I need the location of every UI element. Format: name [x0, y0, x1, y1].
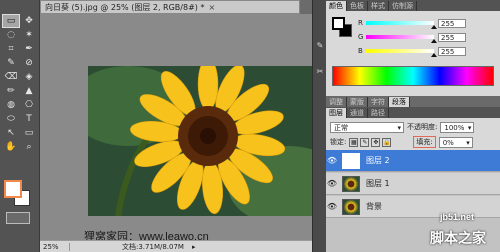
eye-icon[interactable]: 👁 [326, 202, 338, 211]
site-watermark-line1: jb51.net [440, 212, 475, 222]
green-slider[interactable] [366, 35, 437, 43]
blue-label: B [358, 47, 363, 55]
blue-slider-thumb[interactable] [431, 53, 437, 57]
color-panel: R 255 G 255 B 255 [326, 11, 500, 96]
layer-row[interactable]: 👁 图层 2 [326, 150, 500, 172]
tools-panel: ▭ ✥ ◌ ✶ ⌗ ✒ ✎ ⊘ ⌫ ◈ ✏ ▲ ◍ ⎔ ⬭ T ↖ ▭ ✋ ⌕ [0, 0, 40, 252]
blue-value-field[interactable]: 255 [438, 46, 466, 56]
adjustment-panel-tabs: 调整 蒙版 字符 段落 [326, 96, 500, 107]
hand-tool-icon[interactable]: ✋ [2, 140, 20, 154]
foreground-color-swatch[interactable] [4, 180, 22, 198]
pen-tool-icon[interactable]: ⬭ [2, 112, 20, 126]
mini-dock: ✎ ✂ [312, 0, 326, 252]
gradient-tool-icon[interactable]: ⎔ [20, 98, 38, 112]
layers-panel-tabs: 图层 通道 路径 [326, 107, 500, 118]
move-tool-icon[interactable]: ✥ [20, 14, 38, 28]
canvas-area[interactable]: 狸窝家园：www.leawo.cn [40, 14, 316, 243]
opacity-field[interactable]: 100% [440, 121, 475, 133]
lasso-tool-icon[interactable]: ◌ [2, 28, 20, 42]
layer-thumbnail [342, 175, 360, 192]
color-spectrum[interactable] [332, 66, 494, 86]
eyedropper-tool-icon[interactable]: ✒ [20, 42, 38, 56]
red-value-field[interactable]: 255 [438, 18, 466, 28]
lock-label: 锁定: [330, 138, 347, 146]
red-slider-thumb[interactable] [431, 25, 437, 29]
status-menu-arrow-icon[interactable]: ▸ [192, 243, 196, 251]
green-value-field[interactable]: 255 [438, 32, 466, 42]
lock-icon[interactable]: 🔒 [382, 137, 392, 147]
path-select-tool-icon[interactable]: ↖ [2, 126, 20, 140]
layer-name: 图层 2 [366, 156, 390, 165]
dodge-tool-icon[interactable]: ◍ [2, 98, 20, 112]
stamp-tool-icon[interactable]: ◈ [20, 70, 38, 84]
blur-tool-icon[interactable]: ▲ [20, 84, 38, 98]
site-watermark-line2: 脚本之家 [430, 231, 486, 247]
brush-tool-icon[interactable]: ✎ [2, 56, 20, 70]
fill-field[interactable]: 0% [438, 136, 473, 148]
tab-character[interactable]: 字符 [368, 97, 389, 107]
red-slider-row: R 255 [358, 18, 496, 29]
zoom-level[interactable]: 25% [40, 242, 70, 251]
color-panel-tabs: 颜色 色板 样式 仿制源 [326, 0, 500, 11]
green-slider-row: G 255 [358, 32, 496, 43]
red-slider[interactable] [366, 21, 437, 29]
blend-mode-select[interactable]: 正常 [330, 121, 404, 133]
zoom-tool-icon[interactable]: ⌕ [20, 140, 38, 154]
layer-row[interactable]: 👁 图层 1 [326, 173, 500, 195]
tab-paths[interactable]: 路径 [368, 108, 389, 118]
tab-masks[interactable]: 蒙版 [347, 97, 368, 107]
tool-grid: ▭ ✥ ◌ ✶ ⌗ ✒ ✎ ⊘ ⌫ ◈ ✏ ▲ ◍ ⎔ ⬭ T ↖ ▭ ✋ ⌕ [2, 14, 38, 154]
blue-slider[interactable] [366, 49, 437, 57]
layer-name: 图层 1 [366, 179, 390, 188]
opacity-label: 不透明度: [407, 123, 438, 131]
lock-pixels-icon[interactable]: ✎ [360, 137, 370, 147]
type-tool-icon[interactable]: T [20, 112, 38, 126]
tab-layers[interactable]: 图层 [326, 108, 347, 118]
layer-name: 背景 [366, 202, 382, 211]
layer-thumbnail [342, 198, 360, 215]
status-bar: 25% 文档:3.71M/8.07M ▸ [40, 240, 312, 252]
sunflower-image[interactable] [88, 66, 316, 216]
marquee-tool-icon[interactable]: ▭ [2, 14, 20, 28]
color-panel-foreground-swatch[interactable] [332, 17, 345, 30]
tab-paragraph[interactable]: 段落 [389, 97, 410, 107]
green-slider-thumb[interactable] [431, 39, 437, 43]
document-size-info: 文档:3.71M/8.07M [122, 242, 184, 251]
red-label: R [358, 19, 363, 27]
layer-thumbnail [342, 152, 360, 169]
eye-icon[interactable]: 👁 [326, 156, 338, 165]
tab-styles[interactable]: 样式 [368, 1, 389, 11]
green-label: G [358, 33, 364, 41]
clone-source-icon[interactable]: ✂ [315, 66, 325, 76]
tab-clone-source[interactable]: 仿制源 [389, 1, 417, 11]
tab-adjustments[interactable]: 调整 [326, 97, 347, 107]
tab-color[interactable]: 颜色 [326, 1, 347, 11]
fill-label: 填充: [413, 136, 436, 148]
magic-wand-tool-icon[interactable]: ✶ [20, 28, 38, 42]
blend-row: 正常 不透明度: 100% [330, 121, 498, 133]
pencil-tool-icon[interactable]: ✏ [2, 84, 20, 98]
healing-tool-icon[interactable]: ⊘ [20, 56, 38, 70]
crop-tool-icon[interactable]: ⌗ [2, 42, 20, 56]
lock-position-icon[interactable]: ✥ [371, 137, 381, 147]
lock-transparency-icon[interactable]: ▦ [349, 137, 359, 147]
document-tab[interactable]: 向日葵 (5).jpg @ 25% (图层 2, RGB/8#) * × [40, 0, 300, 14]
document-title: 向日葵 (5).jpg @ 25% (图层 2, RGB/8#) * [45, 2, 205, 12]
shape-tool-icon[interactable]: ▭ [20, 126, 38, 140]
eye-icon[interactable]: 👁 [326, 179, 338, 188]
tab-swatches[interactable]: 色板 [347, 1, 368, 11]
eraser-tool-icon[interactable]: ⌫ [2, 70, 20, 84]
lock-row: 锁定: ▦ ✎ ✥ 🔒 填充: 0% [330, 136, 498, 148]
close-icon[interactable]: × [208, 3, 215, 12]
tab-channels[interactable]: 通道 [347, 108, 368, 118]
blue-slider-row: B 255 [358, 46, 496, 57]
quick-mask-button[interactable] [6, 212, 30, 224]
brush-icon[interactable]: ✎ [315, 40, 325, 50]
